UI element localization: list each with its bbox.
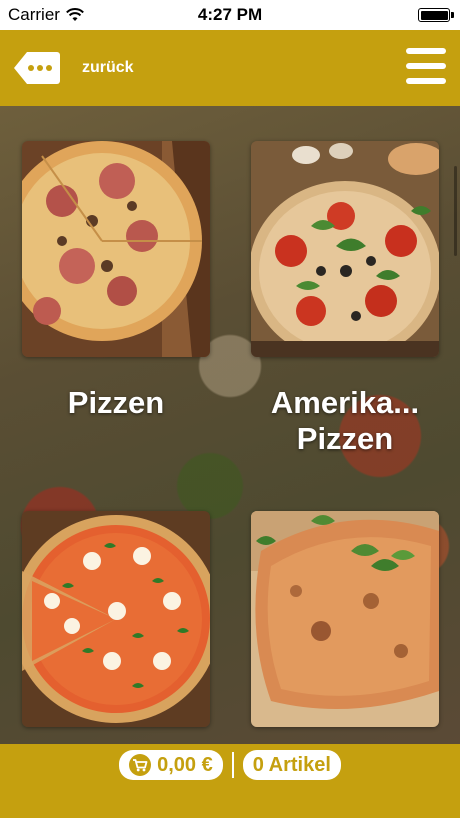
pizza-photo-mediterranean bbox=[251, 141, 439, 357]
cart-footer: 0,00 € 0 Artikel bbox=[0, 744, 460, 818]
status-left: Carrier bbox=[0, 5, 84, 25]
carrier-label: Carrier bbox=[8, 5, 60, 24]
pizza-photo-tomato-mozzarella bbox=[22, 511, 210, 727]
shopping-cart-icon bbox=[129, 754, 152, 776]
pizza-photo-ham bbox=[22, 141, 210, 357]
footer-divider bbox=[231, 752, 234, 778]
menu-bar-bottom bbox=[406, 78, 446, 84]
pizza-photo-calzone bbox=[251, 511, 439, 727]
status-right bbox=[418, 8, 460, 22]
category-tile-pizzen[interactable]: Pizzen bbox=[22, 141, 210, 421]
back-label: zurück bbox=[82, 59, 134, 76]
menu-bar-middle bbox=[406, 63, 446, 69]
category-tile-3[interactable] bbox=[22, 511, 210, 744]
menu-bar-top bbox=[406, 48, 446, 54]
app-screen: Carrier 4:27 PM zurück Pizzen Amerika...… bbox=[0, 0, 460, 818]
battery-icon bbox=[418, 8, 454, 22]
app-header: zurück bbox=[0, 30, 460, 106]
category-tile-4[interactable] bbox=[251, 511, 439, 744]
speech-bubble-dots-icon bbox=[14, 52, 60, 84]
back-button[interactable]: zurück bbox=[13, 50, 134, 86]
category-label: Pizzen bbox=[67, 385, 165, 420]
battery-level bbox=[420, 10, 448, 20]
category-grid: Pizzen Amerika... Pizzen bbox=[0, 106, 460, 744]
category-label: Amerika... Pizzen bbox=[270, 385, 420, 456]
item-count: 0 Artikel bbox=[252, 753, 331, 776]
cart-total: 0,00 € bbox=[157, 753, 213, 776]
status-bar: Carrier 4:27 PM bbox=[0, 0, 460, 30]
wifi-icon bbox=[66, 8, 84, 21]
cart-summary: 0,00 € 0 Artikel bbox=[119, 750, 341, 780]
scroll-indicator[interactable] bbox=[454, 166, 457, 256]
item-count-button[interactable]: 0 Artikel bbox=[242, 750, 341, 780]
hamburger-menu-icon[interactable] bbox=[406, 48, 446, 84]
cart-total-button[interactable]: 0,00 € bbox=[119, 750, 223, 780]
category-tile-amerikanische-pizzen[interactable]: Amerika... Pizzen bbox=[251, 141, 439, 457]
